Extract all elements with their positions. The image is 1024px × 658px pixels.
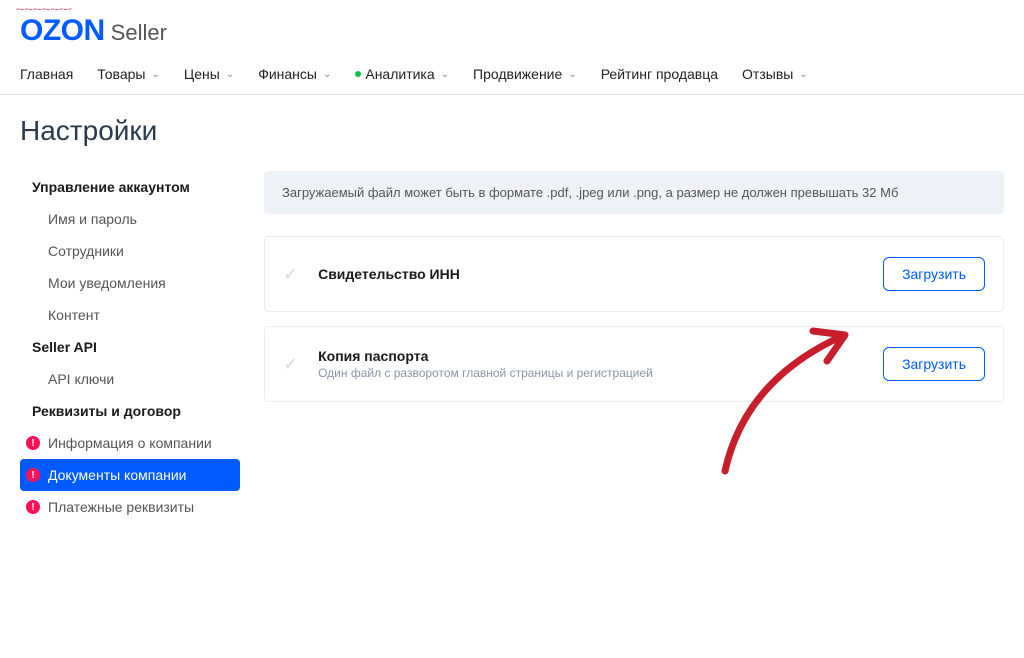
alert-icon: ! [26, 500, 40, 514]
nav-label: Главная [20, 66, 73, 82]
sidebar-item-label: Имя и пароль [48, 211, 137, 227]
content: Управление аккаунтом Имя и пароль Сотруд… [0, 171, 1024, 523]
info-banner: Загружаемый файл может быть в формате .p… [264, 171, 1004, 214]
document-title: Копия паспорта [318, 348, 883, 364]
status-dot-icon [355, 71, 361, 77]
sidebar-item-payment-requisites[interactable]: ! Платежные реквизиты [20, 491, 240, 523]
nav-label: Рейтинг продавца [601, 66, 718, 82]
sidebar-item-employees[interactable]: Сотрудники [20, 235, 240, 267]
sidebar-item-label: Документы компании [48, 467, 187, 483]
chevron-down-icon: ⌄ [323, 69, 331, 80]
logo[interactable]: ˝˜˝˜˝˜˝˜˝˜˝˜˝ OZONSeller [20, 14, 167, 48]
nav-label: Цены [184, 66, 220, 82]
arrow-annotation-icon [695, 321, 875, 481]
nav-label: Продвижение [473, 66, 562, 82]
sidebar-item-label: Платежные реквизиты [48, 499, 194, 515]
sidebar-item-name-password[interactable]: Имя и пароль [20, 203, 240, 235]
sidebar-item-company-docs[interactable]: ! Документы компании [20, 459, 240, 491]
sidebar-item-content[interactable]: Контент [20, 299, 240, 331]
nav-analytics[interactable]: Аналитика ⌄ [355, 66, 449, 82]
sidebar-item-label: Контент [48, 307, 100, 323]
sidebar: Управление аккаунтом Имя и пароль Сотруд… [20, 171, 240, 523]
chevron-down-icon: ⌄ [226, 69, 234, 80]
nav-main[interactable]: Главная [20, 66, 73, 82]
document-row-passport: ✓ Копия паспорта Один файл с разворотом … [264, 326, 1004, 402]
sidebar-section-api: Seller API [20, 331, 240, 363]
nav-finance[interactable]: Финансы ⌄ [258, 66, 331, 82]
nav-promotion[interactable]: Продвижение ⌄ [473, 66, 577, 82]
sidebar-item-label: Сотрудники [48, 243, 124, 259]
sidebar-item-label: Мои уведомления [48, 275, 166, 291]
document-text: Свидетельство ИНН [318, 266, 883, 282]
document-title: Свидетельство ИНН [318, 266, 883, 282]
garland-decoration: ˝˜˝˜˝˜˝˜˝˜˝˜˝ [16, 8, 72, 19]
page-title: Настройки [0, 95, 1024, 171]
header: ˝˜˝˜˝˜˝˜˝˜˝˜˝ OZONSeller [0, 0, 1024, 50]
nav-rating[interactable]: Рейтинг продавца [601, 66, 718, 82]
nav-reviews[interactable]: Отзывы ⌄ [742, 66, 808, 82]
main: Загружаемый файл может быть в формате .p… [264, 171, 1004, 523]
logo-suffix: Seller [111, 20, 167, 45]
chevron-down-icon: ⌄ [151, 69, 159, 80]
main-nav: Главная Товары ⌄ Цены ⌄ Финансы ⌄ Аналитика… [0, 50, 1024, 95]
sidebar-item-label: Информация о компании [48, 435, 212, 451]
nav-products[interactable]: Товары ⌄ [97, 66, 160, 82]
alert-icon: ! [26, 468, 40, 482]
check-icon: ✓ [283, 354, 298, 375]
upload-button[interactable]: Загрузить [883, 347, 985, 381]
sidebar-item-notifications[interactable]: Мои уведомления [20, 267, 240, 299]
document-subtitle: Один файл с разворотом главной страницы … [318, 366, 883, 380]
nav-label: Аналитика [365, 66, 434, 82]
sidebar-item-company-info[interactable]: ! Информация о компании [20, 427, 240, 459]
sidebar-item-api-keys[interactable]: API ключи [20, 363, 240, 395]
check-icon: ✓ [283, 264, 298, 285]
nav-label: Финансы [258, 66, 317, 82]
nav-label: Отзывы [742, 66, 793, 82]
nav-label: Товары [97, 66, 145, 82]
chevron-down-icon: ⌄ [568, 69, 576, 80]
document-row-inn: ✓ Свидетельство ИНН Загрузить [264, 236, 1004, 312]
document-text: Копия паспорта Один файл с разворотом гл… [318, 348, 883, 380]
sidebar-item-label: API ключи [48, 371, 114, 387]
nav-prices[interactable]: Цены ⌄ [184, 66, 234, 82]
sidebar-section-requisites: Реквизиты и договор [20, 395, 240, 427]
alert-icon: ! [26, 436, 40, 450]
chevron-down-icon: ⌄ [799, 69, 807, 80]
chevron-down-icon: ⌄ [441, 69, 449, 80]
sidebar-section-account: Управление аккаунтом [20, 171, 240, 203]
upload-button[interactable]: Загрузить [883, 257, 985, 291]
